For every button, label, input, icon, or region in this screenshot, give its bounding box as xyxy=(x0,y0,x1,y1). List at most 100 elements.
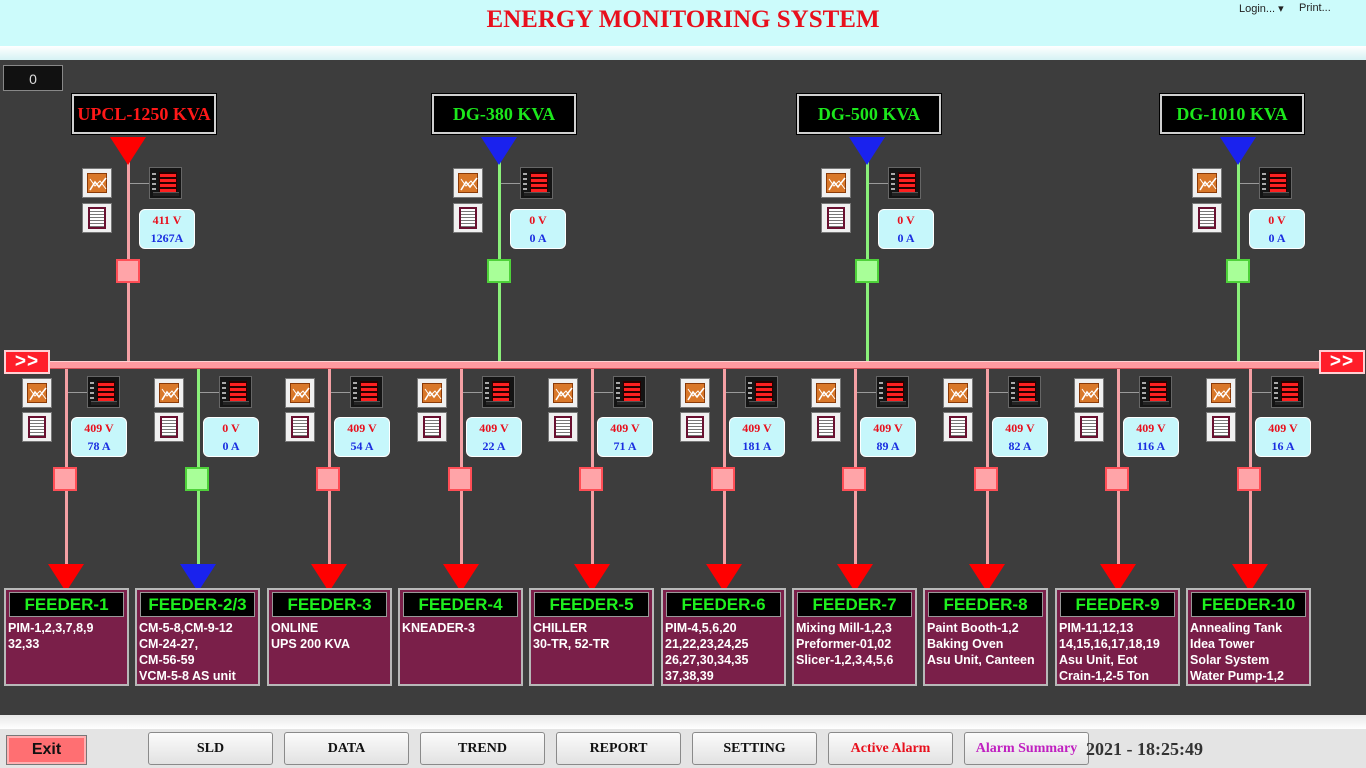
feeder-panel[interactable]: FEEDER-6 PIM-4,5,6,20 21,22,23,24,25 26,27,… xyxy=(661,588,786,686)
feeder-breaker[interactable] xyxy=(185,467,209,491)
meter-icon[interactable] xyxy=(1139,376,1172,408)
report-icon[interactable] xyxy=(680,412,710,442)
feeder-panel[interactable]: FEEDER-10 Annealing Tank Idea Tower Solar S… xyxy=(1186,588,1311,686)
voltage-value: 0 V xyxy=(222,421,240,435)
source-label-2[interactable]: DG-380 KVA xyxy=(432,94,576,134)
feeder-load-line: ONLINE xyxy=(271,621,319,635)
feeder-breaker[interactable] xyxy=(1237,467,1261,491)
meter-icon[interactable] xyxy=(350,376,383,408)
trend-icon[interactable] xyxy=(1192,168,1222,198)
meter-icon[interactable] xyxy=(482,376,515,408)
trend-icon[interactable] xyxy=(22,378,52,408)
feeder-breaker[interactable] xyxy=(316,467,340,491)
feeder-breaker[interactable] xyxy=(448,467,472,491)
print-link[interactable]: Print... xyxy=(1299,2,1331,14)
feeder-reading: 409 V 16 A xyxy=(1255,417,1311,457)
feeder-panel[interactable]: FEEDER-5 CHILLER 30-TR, 52-TR xyxy=(529,588,654,686)
source-label-4[interactable]: DG-1010 KVA xyxy=(1160,94,1304,134)
report-icon[interactable] xyxy=(821,203,851,233)
login-menu[interactable]: Login... ▾ xyxy=(1239,2,1284,15)
bus-right-arrow[interactable]: >> xyxy=(1319,350,1365,374)
nav-button-report[interactable]: REPORT xyxy=(556,732,681,765)
bus-left-arrow[interactable]: >> xyxy=(4,350,50,374)
source-label-1[interactable]: UPCL-1250 KVA xyxy=(72,94,216,134)
trend-icon[interactable] xyxy=(680,378,710,408)
trend-icon[interactable] xyxy=(943,378,973,408)
meter-icon[interactable] xyxy=(520,167,553,199)
feeder-breaker[interactable] xyxy=(842,467,866,491)
meter-icon[interactable] xyxy=(613,376,646,408)
nav-button-trend[interactable]: TREND xyxy=(420,732,545,765)
report-icon[interactable] xyxy=(22,412,52,442)
exit-button[interactable]: Exit xyxy=(7,736,86,764)
source-breaker[interactable] xyxy=(487,259,511,283)
trend-icon[interactable] xyxy=(1206,378,1236,408)
nav-button-data[interactable]: DATA xyxy=(284,732,409,765)
feeder-panel[interactable]: FEEDER-9 PIM-11,12,13 14,15,16,17,18,19 Asu… xyxy=(1055,588,1180,686)
nav-button-alarm-summary[interactable]: Alarm Summary xyxy=(964,732,1089,765)
current-value: 0 A xyxy=(529,231,547,245)
feeder-panel[interactable]: FEEDER-8 Paint Booth-1,2 Baking Oven Asu Un… xyxy=(923,588,1048,686)
source-breaker[interactable] xyxy=(855,259,879,283)
meter-icon[interactable] xyxy=(745,376,778,408)
report-icon[interactable] xyxy=(1192,203,1222,233)
trend-icon[interactable] xyxy=(82,168,112,198)
trend-icon[interactable] xyxy=(821,168,851,198)
voltage-value: 409 V xyxy=(873,421,903,435)
meter-icon[interactable] xyxy=(888,167,921,199)
feeder-panel[interactable]: FEEDER-7 Mixing Mill-1,2,3 Preformer-01,02… xyxy=(792,588,917,686)
source-reading: 0 V0 A xyxy=(878,209,934,249)
source-reading: 411 V 1267A xyxy=(139,209,195,249)
feeder-panel[interactable]: FEEDER-1 PIM-1,2,3,7,8,9 32,33 xyxy=(4,588,129,686)
feeder-breaker[interactable] xyxy=(711,467,735,491)
feeder-load-line: Mixing Mill-1,2,3 xyxy=(796,621,892,635)
meter-icon[interactable] xyxy=(149,167,182,199)
report-icon[interactable] xyxy=(1074,412,1104,442)
feeder-load-line: PIM-1,2,3,7,8,9 xyxy=(8,621,94,635)
source-reading: 0 V0 A xyxy=(510,209,566,249)
feeder-panel[interactable]: FEEDER-4 KNEADER-3 xyxy=(398,588,523,686)
nav-button-active-alarm[interactable]: Active Alarm xyxy=(828,732,953,765)
report-icon[interactable] xyxy=(548,412,578,442)
report-icon[interactable] xyxy=(82,203,112,233)
meter-connector xyxy=(130,183,149,184)
meter-icon[interactable] xyxy=(1008,376,1041,408)
feeder-load-line: CHILLER xyxy=(533,621,588,635)
feeder-breaker[interactable] xyxy=(53,467,77,491)
report-icon[interactable] xyxy=(154,412,184,442)
feeder-load-line: CM-5-8,CM-9-12 xyxy=(139,621,233,635)
meter-icon[interactable] xyxy=(219,376,252,408)
meter-icon[interactable] xyxy=(1271,376,1304,408)
report-icon[interactable] xyxy=(943,412,973,442)
trend-icon[interactable] xyxy=(1074,378,1104,408)
feeder-load-line: Solar System xyxy=(1190,653,1270,667)
feeder-panel[interactable]: FEEDER-3 ONLINE UPS 200 KVA xyxy=(267,588,392,686)
current-value: 89 A xyxy=(876,439,900,453)
source-breaker[interactable] xyxy=(1226,259,1250,283)
voltage-value: 409 V xyxy=(1268,421,1298,435)
trend-icon[interactable] xyxy=(417,378,447,408)
meter-icon[interactable] xyxy=(876,376,909,408)
report-icon[interactable] xyxy=(417,412,447,442)
feeder-breaker[interactable] xyxy=(579,467,603,491)
trend-icon[interactable] xyxy=(548,378,578,408)
feeder-panel[interactable]: FEEDER-2/3 CM-5-8,CM-9-12 CM-24-27, CM-56-5… xyxy=(135,588,260,686)
trend-icon[interactable] xyxy=(285,378,315,408)
feeder-breaker[interactable] xyxy=(1105,467,1129,491)
trend-icon[interactable] xyxy=(154,378,184,408)
report-icon[interactable] xyxy=(811,412,841,442)
source-breaker[interactable] xyxy=(116,259,140,283)
nav-button-setting[interactable]: SETTING xyxy=(692,732,817,765)
source-label-3[interactable]: DG-500 KVA xyxy=(797,94,941,134)
report-icon[interactable] xyxy=(285,412,315,442)
trend-icon[interactable] xyxy=(453,168,483,198)
nav-button-sld[interactable]: SLD xyxy=(148,732,273,765)
report-icon[interactable] xyxy=(453,203,483,233)
report-icon[interactable] xyxy=(1206,412,1236,442)
meter-icon[interactable] xyxy=(1259,167,1292,199)
current-value: 181 A xyxy=(742,439,772,453)
feeder-load-line: KNEADER-3 xyxy=(402,621,475,635)
feeder-breaker[interactable] xyxy=(974,467,998,491)
trend-icon[interactable] xyxy=(811,378,841,408)
meter-icon[interactable] xyxy=(87,376,120,408)
